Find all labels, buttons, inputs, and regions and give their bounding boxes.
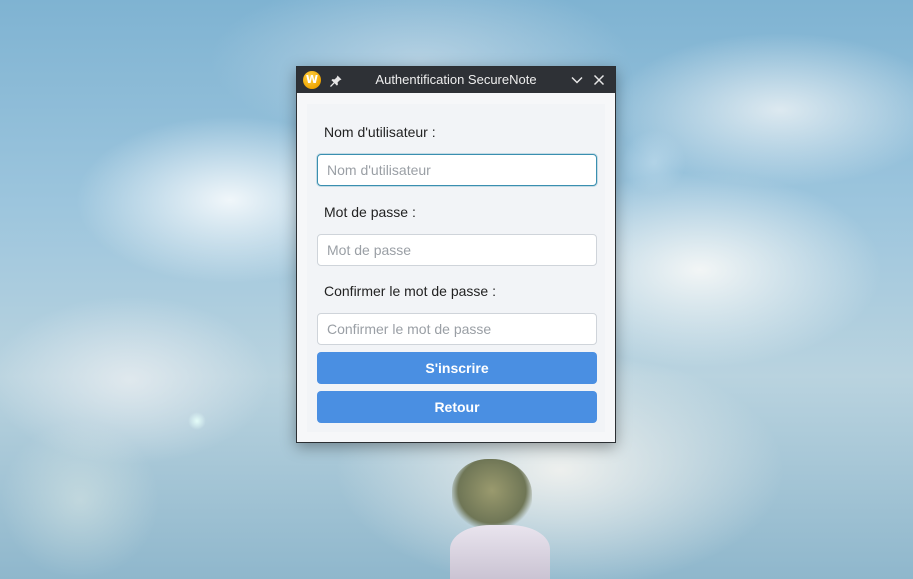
desktop-wallpaper: W Authentification SecureNote Nom d'util… [0, 0, 913, 579]
window-titlebar[interactable]: W Authentification SecureNote [297, 67, 615, 93]
close-icon[interactable] [591, 72, 607, 88]
chevron-down-icon[interactable] [569, 72, 585, 88]
username-label: Nom d'utilisateur : [324, 124, 436, 140]
window-title: Authentification SecureNote [375, 72, 537, 87]
password-input[interactable] [317, 234, 597, 266]
wallpaper-character-body [450, 525, 550, 579]
username-input[interactable] [317, 154, 597, 186]
password-label: Mot de passe : [324, 204, 416, 220]
wallpaper-light-spark [188, 412, 206, 430]
wallpaper-character [440, 455, 560, 579]
confirm-password-label: Confirmer le mot de passe : [324, 283, 496, 299]
wallpaper-light-orb [622, 130, 686, 194]
wallpaper-character-hair [452, 459, 532, 529]
pin-icon[interactable] [329, 73, 343, 87]
back-button[interactable]: Retour [317, 391, 597, 423]
auth-window: W Authentification SecureNote Nom d'util… [296, 66, 616, 443]
confirm-password-input[interactable] [317, 313, 597, 345]
register-button[interactable]: S'inscrire [317, 352, 597, 384]
wallpaper-light-flare [0, 420, 160, 579]
registration-form: Nom d'utilisateur : Mot de passe : Confi… [307, 104, 605, 432]
app-logo-icon[interactable]: W [303, 71, 321, 89]
